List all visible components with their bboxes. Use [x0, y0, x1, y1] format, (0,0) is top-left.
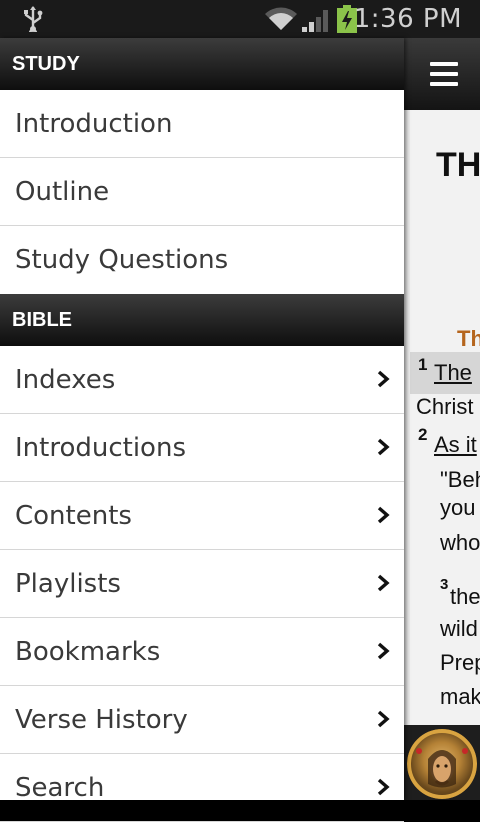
verse-1-text[interactable]: The	[434, 360, 472, 386]
drawer-item-verse-history[interactable]: Verse History	[0, 686, 404, 754]
drawer-item-label: Indexes	[15, 365, 116, 395]
status-bar: 1:36 PM	[0, 0, 480, 38]
section-header-study: STUDY	[0, 38, 404, 90]
drawer-item-label: Study Questions	[15, 245, 229, 275]
drawer-item-introductions[interactable]: Introductions	[0, 414, 404, 482]
chevron-right-icon	[377, 506, 390, 524]
reader-toolbar	[404, 38, 480, 110]
drawer-item-label: Introductions	[15, 433, 186, 463]
verse-3-text: the	[450, 584, 480, 609]
chevron-right-icon	[377, 370, 390, 388]
clock: 1:36 PM	[353, 4, 462, 34]
chevron-right-icon	[377, 710, 390, 728]
verse-3-line-3: Prep	[440, 650, 480, 675]
drawer-item-label: Introduction	[15, 109, 173, 139]
usb-icon	[24, 6, 43, 32]
drawer-item-contents[interactable]: Contents	[0, 482, 404, 550]
drawer-item-outline[interactable]: Outline	[0, 158, 404, 226]
drawer-item-introduction[interactable]: Introduction	[0, 90, 404, 158]
navigation-drawer: STUDY Introduction Outline Study Questio…	[0, 38, 404, 822]
christ-icon-image[interactable]	[407, 729, 477, 799]
quote-line-3: who	[440, 530, 480, 555]
reader-pane: TH Th 1 The Christ 2 As it "Beh you who …	[404, 38, 480, 800]
drawer-item-label: Bookmarks	[15, 637, 161, 667]
drawer-item-label: Verse History	[15, 705, 188, 735]
chapter-heading: TH	[436, 146, 480, 184]
drawer-item-bookmarks[interactable]: Bookmarks	[0, 618, 404, 686]
verse-3-line-4: mak	[440, 684, 480, 709]
drawer-item-label: Search	[15, 773, 105, 803]
verse-2-text[interactable]: As it	[434, 432, 477, 458]
verse-number-2: 2	[418, 425, 428, 444]
chevron-right-icon	[377, 642, 390, 660]
section-header-bible: BIBLE	[0, 294, 404, 346]
chevron-right-icon	[377, 438, 390, 456]
drawer-item-label: Contents	[15, 501, 132, 531]
section-title: Th	[457, 326, 480, 351]
reader-bottom-bar	[404, 725, 480, 800]
menu-icon[interactable]	[430, 62, 458, 86]
verse-3-line-2: wild	[440, 616, 478, 641]
drawer-item-search[interactable]: Search	[0, 754, 404, 822]
quote-line-2: you	[440, 495, 476, 520]
verse-number-3: 3	[440, 576, 449, 593]
drawer-item-label: Playlists	[15, 569, 121, 599]
quote-line-1: "Beh	[440, 467, 480, 492]
signal-icon	[302, 10, 328, 32]
chevron-right-icon	[377, 574, 390, 592]
wifi-icon	[265, 7, 297, 30]
verse-1-continuation: Christ	[416, 394, 474, 419]
drawer-item-playlists[interactable]: Playlists	[0, 550, 404, 618]
verse-number-1: 1	[418, 355, 428, 374]
drawer-item-label: Outline	[15, 177, 110, 207]
drawer-item-indexes[interactable]: Indexes	[0, 346, 404, 414]
drawer-item-study-questions[interactable]: Study Questions	[0, 226, 404, 294]
chevron-right-icon	[377, 778, 390, 796]
reader-page: TH Th 1 The Christ 2 As it "Beh you who …	[410, 110, 480, 725]
